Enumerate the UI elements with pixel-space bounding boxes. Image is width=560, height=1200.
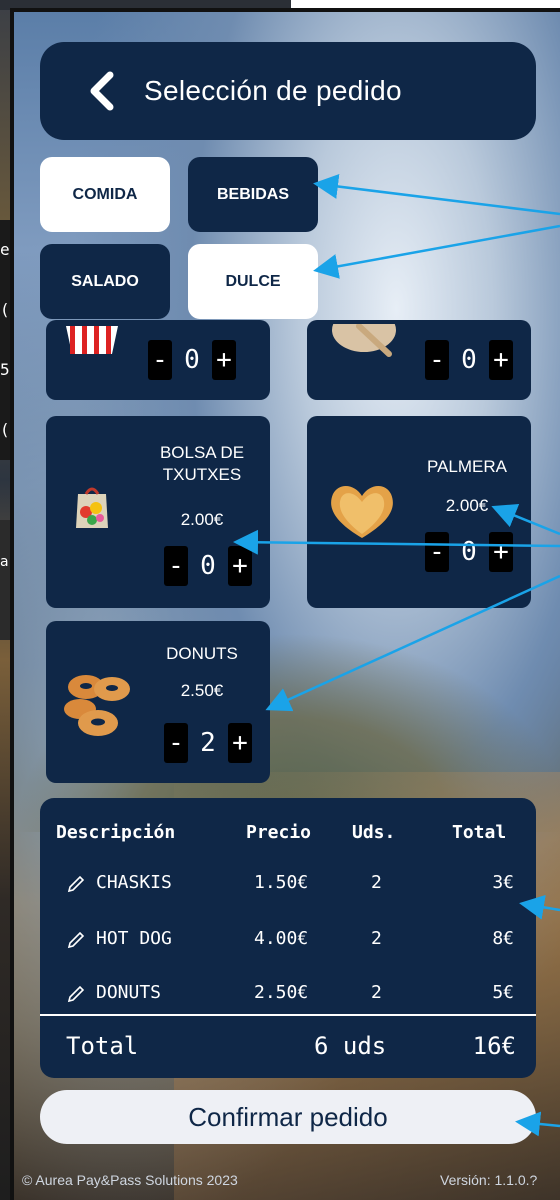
column-header-units: Uds. (352, 822, 396, 843)
quantity-stepper: - 0 + (148, 340, 236, 380)
back-chevron-icon[interactable] (72, 61, 132, 121)
product-price: 2.50€ (180, 681, 224, 700)
candy-bag-image (68, 482, 116, 530)
increment-button[interactable]: + (489, 532, 513, 572)
quantity-value: 0 (461, 345, 477, 375)
increment-button[interactable]: + (212, 340, 236, 380)
category-dulce-button[interactable]: DULCE (188, 244, 318, 319)
edit-pencil-icon[interactable] (66, 984, 86, 1009)
product-name: DONUTS (166, 644, 238, 663)
column-header-price: Precio (246, 822, 312, 843)
row-total: 8€ (492, 928, 514, 949)
product-price: 2.00€ (445, 496, 489, 515)
edit-pencil-icon[interactable] (66, 874, 86, 899)
snack-image (329, 320, 399, 358)
footer-copyright: © Aurea Pay&Pass Solutions 2023 (22, 1172, 238, 1188)
palmier-image (325, 480, 399, 542)
product-price: 2.00€ (180, 510, 224, 529)
total-label: Total (66, 1032, 139, 1060)
donuts-image (62, 667, 136, 741)
row-units: 2 (371, 982, 382, 1003)
row-units: 2 (371, 872, 382, 893)
popcorn-image (62, 326, 122, 354)
row-description: CHASKIS (96, 872, 172, 893)
row-units: 2 (371, 928, 382, 949)
product-card: DONUTS 2.50€ - 2 + (46, 621, 270, 783)
table-row: CHASKIS 1.50€ 2 3€ (66, 872, 546, 896)
row-description: HOT DOG (96, 928, 172, 949)
row-price: 4.00€ (254, 928, 309, 949)
category-bebidas-button[interactable]: BEBIDAS (188, 157, 318, 232)
decrement-button[interactable]: - (164, 546, 188, 586)
quantity-stepper: - 0 + (164, 546, 252, 586)
row-total: 5€ (492, 982, 514, 1003)
product-card: BOLSA DE TXUTXES 2.00€ - 0 + (46, 416, 270, 608)
decrement-button[interactable]: - (425, 532, 449, 572)
product-card: PALMERA 2.00€ - 0 + (307, 416, 531, 608)
total-units: 6 uds (314, 1032, 387, 1060)
product-name: BOLSA DE TXUTXES (159, 443, 245, 484)
quantity-stepper: - 0 + (425, 340, 513, 380)
quantity-stepper: - 2 + (164, 723, 252, 763)
row-price: 1.50€ (254, 872, 309, 893)
column-header-total: Total (452, 822, 507, 843)
quantity-value: 0 (200, 551, 216, 581)
quantity-value: 0 (184, 345, 200, 375)
table-row: DONUTS 2.50€ 2 5€ (66, 982, 546, 1006)
quantity-value: 2 (200, 728, 216, 758)
edit-pencil-icon[interactable] (66, 930, 86, 955)
product-name: PALMERA (427, 457, 507, 476)
quantity-stepper: - 0 + (425, 532, 513, 572)
order-summary-table: Descripción Precio Uds. Total CHASKIS 1.… (40, 798, 536, 1078)
footer-version: Versión: 1.1.0.? (440, 1172, 538, 1188)
decrement-button[interactable]: - (148, 340, 172, 380)
increment-button[interactable]: + (228, 546, 252, 586)
category-comida-button[interactable]: COMIDA (40, 157, 170, 232)
table-row: HOT DOG 4.00€ 2 8€ (66, 928, 546, 952)
product-card: - 0 + (307, 320, 531, 400)
row-price: 2.50€ (254, 982, 309, 1003)
header-bar: Selección de pedido (40, 42, 536, 140)
category-salado-button[interactable]: SALADO (40, 244, 170, 319)
decrement-button[interactable]: - (164, 723, 188, 763)
table-divider (40, 1014, 536, 1016)
row-description: DONUTS (96, 982, 162, 1003)
product-card: - 0 + (46, 320, 270, 400)
quantity-value: 0 (461, 537, 477, 567)
decrement-button[interactable]: - (425, 340, 449, 380)
page-title: Selección de pedido (144, 75, 402, 106)
increment-button[interactable]: + (489, 340, 513, 380)
confirm-order-button[interactable]: Confirmar pedido (40, 1090, 536, 1144)
row-total: 3€ (492, 872, 514, 893)
increment-button[interactable]: + (228, 723, 252, 763)
column-header-description: Descripción (56, 822, 176, 843)
total-amount: 16€ (472, 1032, 516, 1060)
